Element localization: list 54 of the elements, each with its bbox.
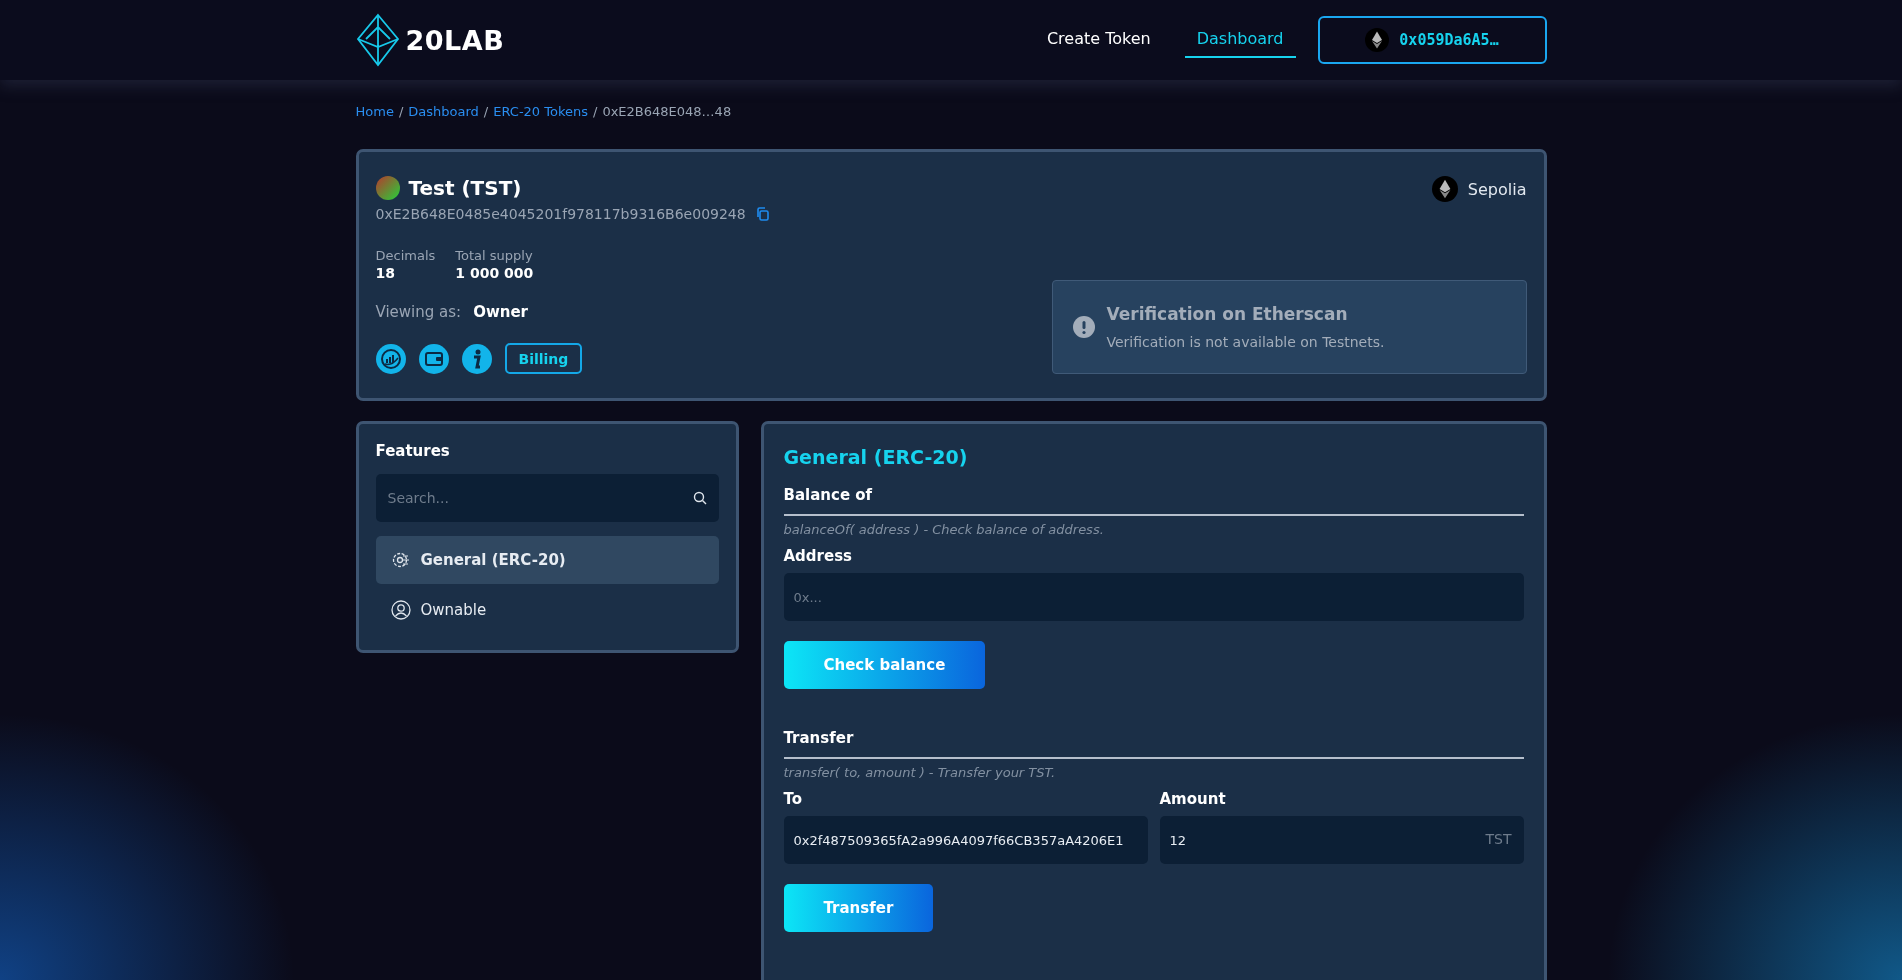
search-field[interactable]: Search... [375,474,719,522]
chart-icon [379,347,402,370]
verification-title: Verification on Etherscan [1106,304,1349,324]
ethereum-icon [1365,28,1390,52]
breadcrumb-separator: / [398,104,404,119]
input-field[interactable]: 0x... [783,573,1524,621]
section-title: Balance of [783,486,1524,516]
info-button[interactable] [461,343,492,374]
copy-icon[interactable] [755,207,770,221]
nav-link[interactable]: Create Token [1034,22,1163,58]
network-name: Sepolia [1467,179,1527,199]
stat-value: 18 [375,265,396,281]
section-description: balanceOf( address ) - Check balance of address. [783,522,1105,537]
feature-item[interactable]: Ownable [375,586,719,634]
field-label: Address [783,547,853,565]
breadcrumb-link[interactable]: Home [355,104,394,119]
field-label: To [783,790,804,808]
viewing-label: Viewing as: [375,303,462,321]
nav-link[interactable]: Dashboard [1184,22,1296,58]
breadcrumb-link[interactable]: Dashboard [408,104,479,119]
feature-label: Ownable [420,601,487,619]
section-description: transfer( to, amount ) - Transfer your TST. [783,765,1057,780]
wallet-icon [423,349,444,368]
stat-value: 1 000 000 [455,265,534,281]
breadcrumb-link[interactable]: ERC-20 Tokens [493,104,588,119]
billing-button[interactable]: Billing [504,343,583,374]
breadcrumb-separator: / [483,104,489,119]
logo-text: 20LAB [405,24,505,56]
viewing-role: Owner [473,303,528,321]
feature-item[interactable]: General (ERC-20) [375,536,719,584]
ethereum-icon [1431,176,1458,202]
feature-label: General (ERC-20) [420,551,566,569]
logo-icon [355,13,400,67]
stat-label: Total supply [455,248,534,263]
breadcrumb-separator: / [593,104,598,119]
current-page-label: 0xE2B648E048…48 [602,104,732,119]
verification-message: Verification is not available on Testnets. [1106,334,1385,350]
section-title: Transfer [783,729,1524,759]
user-icon [390,600,411,620]
stat-label: Decimals [375,248,436,263]
input-field[interactable]: 0x2f487509365fA2a996A4097f66CB357aA4206E1 [783,816,1148,864]
chart-button[interactable] [375,343,406,374]
gear-circuit-icon [390,550,411,570]
wallet-button[interactable]: 0x059Da6A5… [1317,16,1547,64]
search-icon [692,491,707,505]
panel-title: General (ERC-20) [783,446,969,468]
warning-icon [1072,316,1095,338]
wallet-button[interactable] [418,343,449,374]
token-name: Test (TST) [408,176,522,200]
token-address: 0xE2B648E0485e4045201f978117b9316B6e009248 [375,206,746,222]
unit-suffix: TST [1485,831,1512,847]
features-title: Features [375,442,451,460]
token-logo [375,176,400,200]
field-label: Amount [1159,790,1227,808]
